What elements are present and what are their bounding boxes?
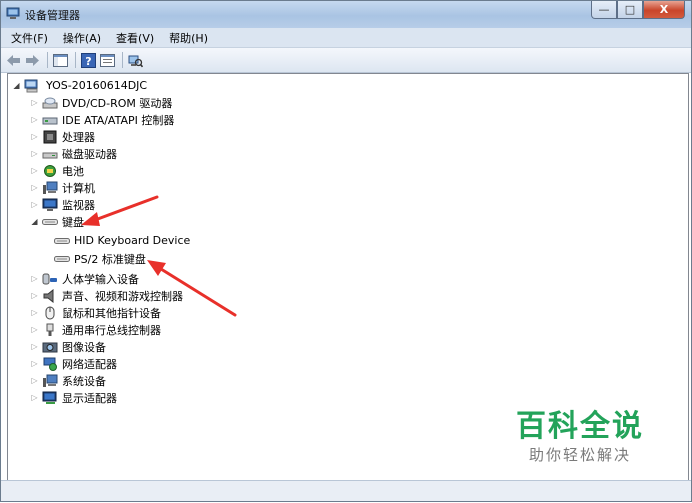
watermark-title: 百科全说: [516, 409, 644, 444]
red-arrow-ps2-keyboard: [147, 260, 237, 317]
watermark: 百科全说 助你轻松解决: [515, 409, 645, 465]
device-manager-window: 设备管理器 — □ X 文件(F) 操作(A) 查看(V) 帮助(H) ? ◢ …: [0, 0, 692, 502]
watermark-subtitle: 助你轻松解决: [528, 446, 631, 464]
red-arrow-keyboard: [81, 195, 159, 226]
